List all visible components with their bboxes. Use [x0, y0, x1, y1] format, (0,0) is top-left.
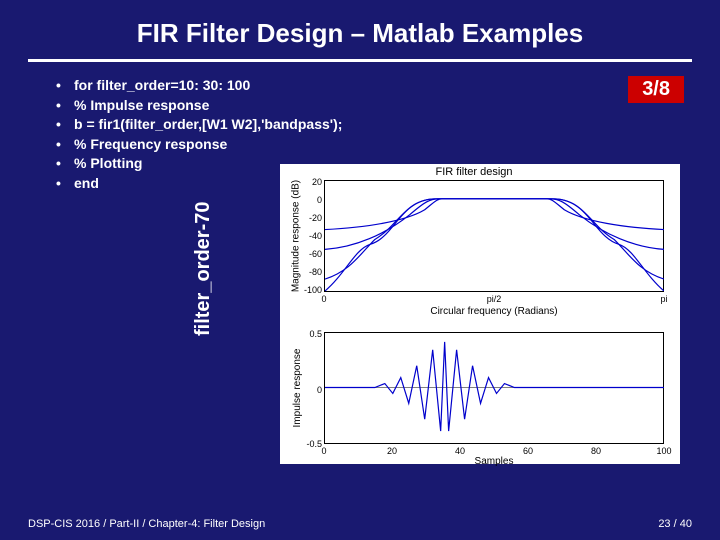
impulse-curve: [325, 332, 664, 443]
ytick: 20: [304, 177, 322, 187]
xtick: 60: [523, 446, 533, 456]
chart-title: FIR filter design: [280, 166, 668, 178]
filter-order-label: filter_order-70: [192, 202, 215, 337]
axes-bot: [324, 332, 664, 444]
impulse-chart: [324, 332, 664, 444]
ytick: 0: [304, 385, 322, 395]
bullet-line: for filter_order=10: 30: 100: [56, 76, 690, 96]
ytick: -100: [304, 285, 322, 295]
ylabel-top: Magnitude response (dB): [291, 180, 302, 292]
bullet-line: b = fir1(filter_order,[W1 W2],'bandpass'…: [56, 115, 690, 135]
xtick: pi: [660, 294, 667, 304]
xtick: 0: [321, 294, 326, 304]
ytick: 0: [304, 195, 322, 205]
xlabel-top: Circular frequency (Radians): [324, 306, 664, 317]
matlab-figure: FIR filter design Magnitude response (dB…: [280, 164, 680, 464]
xtick: 80: [591, 446, 601, 456]
page-number: 23 / 40: [658, 518, 692, 530]
footer: DSP-CIS 2016 / Part-II / Chapter-4: Filt…: [28, 518, 692, 530]
ytick: -0.5: [304, 439, 322, 449]
xtick: 40: [455, 446, 465, 456]
xtick: pi/2: [487, 294, 502, 304]
xtick: 100: [656, 446, 671, 456]
horizontal-rule: [28, 59, 692, 62]
bullet-line: % Frequency response: [56, 135, 690, 155]
axes-top: [324, 180, 664, 292]
ytick: -20: [304, 213, 322, 223]
page-total: 40: [680, 518, 692, 530]
xtick: 20: [387, 446, 397, 456]
xtick: 0: [321, 446, 326, 456]
ylabel-bot: Impulse response: [292, 349, 303, 428]
ytick: -60: [304, 249, 322, 259]
ytick: -80: [304, 267, 322, 277]
footer-text: DSP-CIS 2016 / Part-II / Chapter-4: Filt…: [28, 518, 265, 530]
bullet-line: % Impulse response: [56, 96, 690, 116]
page-title: FIR Filter Design – Matlab Examples: [0, 0, 720, 59]
ytick: 0.5: [304, 329, 322, 339]
xlabel-bot: Samples: [324, 456, 664, 467]
ytick: -40: [304, 231, 322, 241]
magnitude-curves: [325, 180, 664, 291]
magnitude-chart: [324, 180, 664, 292]
page-current: 23: [658, 518, 670, 530]
